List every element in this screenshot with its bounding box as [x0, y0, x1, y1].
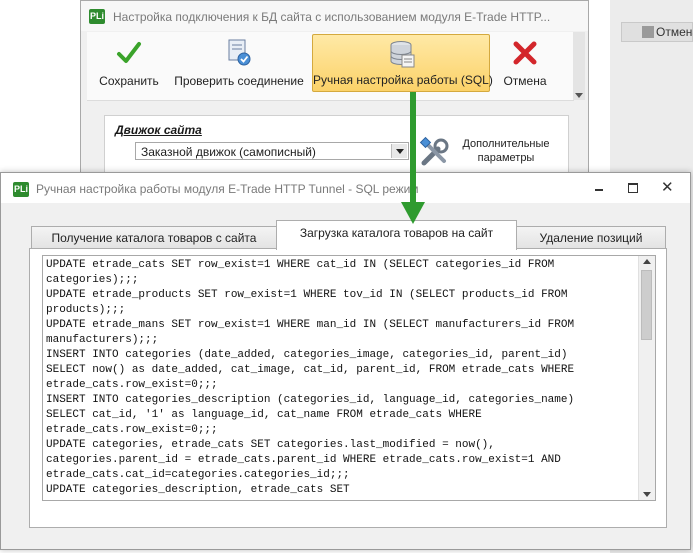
connection-settings-window: PLi Настройка подключения к БД сайта с и…	[80, 0, 589, 201]
background-cancel-label: Отмена	[656, 25, 693, 39]
background-cancel-button[interactable]: Отмена	[621, 22, 693, 42]
tab-panel: UPDATE etrade_cats SET row_exist=1 WHERE…	[29, 248, 667, 528]
scroll-down-icon[interactable]	[643, 492, 651, 497]
manual-sql-label: Ручная настройка работы (SQL)	[313, 73, 493, 87]
cancel-label: Отмена	[503, 74, 547, 88]
green-arrow-icon	[401, 92, 425, 224]
tab-delete-items[interactable]: Удаление позиций	[516, 226, 666, 248]
minimize-icon[interactable]	[591, 181, 607, 195]
check-connection-button[interactable]: Проверить соединение	[171, 34, 307, 92]
vertical-scrollbar[interactable]	[638, 256, 655, 500]
scroll-up-icon[interactable]	[643, 259, 651, 264]
database-check-icon	[228, 39, 251, 66]
app-icon: PLi	[89, 9, 105, 24]
sql-text: UPDATE etrade_cats SET row_exist=1 WHERE…	[46, 259, 575, 496]
save-button[interactable]: Сохранить	[91, 34, 167, 92]
engine-select[interactable]: Заказной движок (самописный)	[135, 142, 409, 160]
window-title: Настройка подключения к БД сайта с испол…	[113, 10, 551, 24]
sql-mode-window: PLi Ручная настройка работы модуля E-Tra…	[0, 172, 691, 550]
close-icon	[513, 41, 537, 65]
toolbar-overflow-scroll[interactable]	[573, 32, 585, 100]
chevron-down-icon	[575, 93, 583, 98]
app-icon: PLi	[13, 182, 29, 197]
sql-editor[interactable]: UPDATE etrade_cats SET row_exist=1 WHERE…	[42, 255, 656, 501]
engine-label: Движок сайта	[115, 123, 202, 137]
extra-params-button[interactable]: Дополнительные параметры	[418, 135, 553, 171]
extra-params-label: Дополнительные параметры	[462, 138, 550, 164]
close-icon[interactable]: ✕	[659, 179, 675, 196]
window-title: Ручная настройка работы модуля E-Trade H…	[36, 182, 419, 196]
scroll-thumb[interactable]	[641, 270, 652, 340]
maximize-icon[interactable]	[625, 181, 641, 195]
manual-sql-button[interactable]: Ручная настройка работы (SQL)	[312, 34, 493, 92]
title-bar: PLi Ручная настройка работы модуля E-Tra…	[1, 173, 690, 203]
checkmark-icon	[117, 42, 141, 63]
engine-select-value: Заказной движок (самописный)	[141, 145, 316, 159]
tab-get-catalog[interactable]: Получение каталога товаров с сайта	[31, 226, 277, 248]
cancel-button[interactable]: Отмена	[495, 34, 555, 92]
checkbox-icon	[642, 26, 654, 38]
database-icon	[390, 41, 415, 68]
check-connection-label: Проверить соединение	[174, 74, 304, 88]
save-label: Сохранить	[99, 74, 159, 88]
title-bar: PLi Настройка подключения к БД сайта с и…	[81, 1, 588, 31]
toolbar: Сохранить Проверить соединение Ручная на…	[87, 32, 574, 101]
tab-upload-catalog[interactable]: Загрузка каталога товаров на сайт	[276, 220, 517, 250]
